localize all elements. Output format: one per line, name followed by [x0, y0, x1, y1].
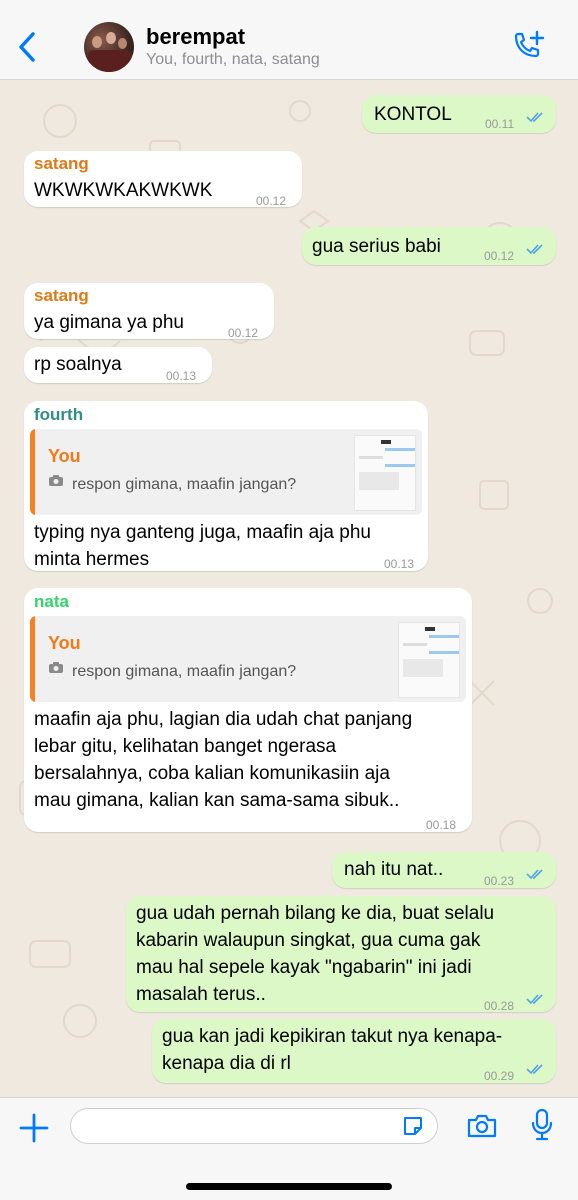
message-text: ya gimana ya phu	[34, 312, 184, 333]
sticker-icon	[404, 1117, 422, 1135]
add-call-button[interactable]	[510, 30, 546, 64]
message-time: 00.13	[384, 557, 415, 571]
camera-button[interactable]	[466, 1112, 498, 1140]
camera-icon	[49, 475, 63, 486]
message-time: 00.11	[485, 117, 515, 131]
back-button[interactable]	[14, 30, 42, 64]
message-bubble-outgoing[interactable]: nah itu nat.. 00.23	[332, 852, 556, 888]
message-text-line: gua udah pernah bilang ke dia, buat sela…	[136, 903, 495, 924]
message-text-line: mau gimana, kalian kan sama-sama sibuk..	[34, 790, 400, 811]
attach-button[interactable]	[18, 1112, 50, 1144]
message-bubble-incoming[interactable]: rp soalnya 00.13	[24, 347, 212, 383]
message-text-line: kenapa dia di rl	[162, 1053, 291, 1074]
message-bubble-incoming[interactable]: fourth You respon gimana, maafin jangan?…	[24, 401, 428, 571]
message-bubble-incoming[interactable]: satang WKWKWKAKWKWK 00.12	[24, 151, 302, 208]
quoted-text: respon gimana, maafin jangan?	[72, 663, 297, 680]
message-text-line: minta hermes	[34, 549, 150, 570]
message-bubble-incoming[interactable]: nata You respon gimana, maafin jangan? m…	[24, 588, 472, 832]
chat-header: berempat You, fourth, nata, satang	[0, 0, 578, 80]
message-time: 00.12	[228, 326, 259, 340]
message-input[interactable]	[70, 1108, 438, 1144]
message-time: 00.28	[484, 999, 515, 1013]
message-time: 00.13	[166, 369, 197, 383]
sticker-button[interactable]	[402, 1115, 424, 1137]
quoted-sender: You	[48, 446, 81, 466]
read-ticks-icon	[526, 1064, 543, 1075]
add-call-icon	[514, 30, 545, 58]
message-text-line: masalah terus..	[136, 984, 266, 1005]
group-avatar[interactable]	[84, 22, 134, 72]
message-time: 00.23	[484, 874, 515, 888]
microphone-button[interactable]	[530, 1108, 554, 1142]
chat-title[interactable]: berempat	[146, 24, 245, 50]
message-bubble-outgoing[interactable]: gua kan jadi kepikiran takut nya kenapa-…	[152, 1019, 556, 1083]
chat-participants[interactable]: You, fourth, nata, satang	[146, 51, 320, 69]
sender-name: satang	[34, 154, 89, 173]
message-text-line: typing nya ganteng juga, maafin aja phu	[34, 522, 371, 543]
quoted-message[interactable]: You respon gimana, maafin jangan?	[30, 429, 422, 515]
message-text-line: kabarin walaupun singkat, gua cuma gak	[136, 930, 481, 951]
message-time: 00.18	[426, 818, 457, 832]
message-bubble-outgoing[interactable]: gua serius babi 00.12	[302, 227, 556, 265]
quoted-sender: You	[48, 633, 81, 653]
read-ticks-icon	[526, 244, 543, 255]
composer-bar	[0, 1097, 578, 1200]
message-text-line: mau hal sepele kayak "ngabarin" ini jadi	[136, 957, 472, 978]
message-text-line: bersalahnya, coba kalian komunikasiin aj…	[34, 763, 390, 784]
message-text: WKWKWKAKWKWK	[34, 180, 213, 201]
message-text: nah itu nat..	[344, 859, 444, 880]
sender-name: nata	[34, 592, 69, 611]
read-ticks-icon	[526, 869, 543, 880]
quoted-image-thumbnail	[354, 435, 416, 511]
quoted-text: respon gimana, maafin jangan?	[72, 476, 297, 493]
chevron-left-icon	[19, 32, 35, 62]
message-text-line: maafin aja phu, lagian dia udah chat pan…	[34, 709, 413, 730]
message-time: 00.29	[484, 1069, 515, 1083]
message-time: 00.12	[256, 194, 287, 208]
read-ticks-icon	[526, 994, 543, 1005]
sender-name: fourth	[34, 405, 84, 424]
message-text-line: gua kan jadi kepikiran takut nya kenapa-	[162, 1026, 503, 1047]
sender-name: satang	[34, 286, 89, 305]
message-text-line: lebar gitu, kelihatan banget ngerasa	[34, 736, 337, 757]
quoted-image-thumbnail	[398, 622, 460, 698]
message-text: KONTOL	[374, 104, 452, 125]
message-text: gua serius babi	[312, 236, 441, 257]
message-text: rp soalnya	[34, 354, 122, 375]
home-indicator	[186, 1183, 392, 1190]
message-time: 00.12	[484, 249, 515, 263]
camera-icon	[467, 1114, 497, 1138]
plus-icon	[19, 1113, 49, 1143]
message-list[interactable]: KONTOL 00.11 satang WKWKWKAKWKWK 00.12 g…	[0, 81, 578, 1097]
message-bubble-incoming[interactable]: satang ya gimana ya phu 00.12	[24, 283, 274, 340]
quoted-message[interactable]: You respon gimana, maafin jangan?	[30, 616, 466, 702]
message-bubble-outgoing[interactable]: KONTOL 00.11	[362, 95, 556, 133]
read-ticks-icon	[526, 112, 543, 123]
camera-icon	[49, 662, 63, 673]
message-bubble-outgoing[interactable]: gua udah pernah bilang ke dia, buat sela…	[126, 896, 556, 1013]
microphone-icon	[531, 1108, 553, 1141]
